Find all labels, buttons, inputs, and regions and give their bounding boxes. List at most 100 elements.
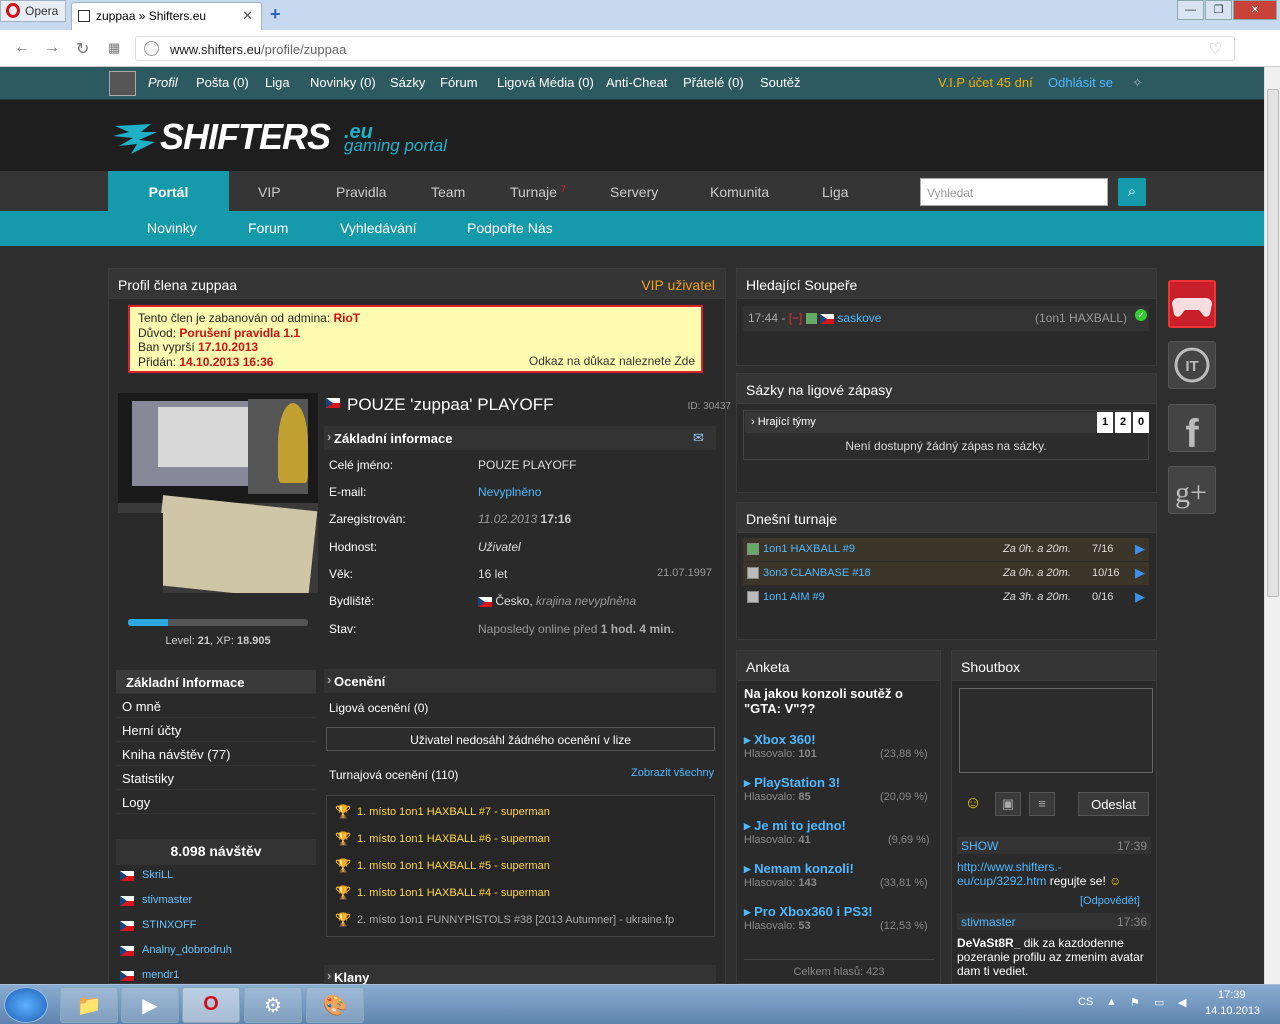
- image-icon[interactable]: ▣: [995, 792, 1021, 816]
- profile-menu-basic[interactable]: Základní Informace: [116, 670, 316, 694]
- profile-menu-stats[interactable]: Statistiky: [116, 766, 316, 790]
- nav-servery[interactable]: Servery: [610, 184, 658, 200]
- facebook-icon[interactable]: f: [1168, 404, 1216, 456]
- subnav-vyhledavani[interactable]: Vyhledávání: [340, 220, 417, 236]
- language-indicator[interactable]: CS: [1078, 996, 1093, 1008]
- visitor-item[interactable]: SkriLL: [120, 869, 320, 881]
- maximize-button[interactable]: ❐: [1205, 0, 1232, 20]
- topbar-novinky[interactable]: Novinky (0): [310, 75, 376, 90]
- mail-icon[interactable]: ✉: [693, 430, 704, 446]
- search-button[interactable]: ⌕: [1118, 178, 1146, 206]
- topbar-posta[interactable]: Pošta (0): [196, 75, 249, 90]
- subnav-novinky[interactable]: Novinky: [147, 220, 197, 236]
- award-item[interactable]: 🏆 2. místo 1on1 FUNNYPISTOLS #38 [2013 Au…: [335, 912, 674, 927]
- page-scrollbar[interactable]: [1264, 67, 1280, 984]
- section-clans[interactable]: Klany: [324, 965, 716, 985]
- tourney-row[interactable]: 1on1 AIM #9 Za 3h. a 20m. 0/16 ▶: [743, 586, 1149, 609]
- topbar-anticheat[interactable]: Anti-Cheat: [606, 75, 667, 90]
- accept-icon[interactable]: ✓: [1135, 309, 1147, 321]
- site-logo[interactable]: SHIFTERS: [160, 116, 331, 158]
- topbar-sazky[interactable]: Sázky: [390, 75, 425, 90]
- tourney-row[interactable]: 1on1 HAXBALL #9 Za 0h. a 20m. 7/16 ▶: [743, 538, 1149, 561]
- profile-menu-guestbook[interactable]: Kniha návštěv (77): [116, 742, 316, 766]
- close-window-button[interactable]: ✕: [1233, 0, 1277, 20]
- minimize-button[interactable]: —: [1177, 0, 1204, 20]
- profile-menu-accounts[interactable]: Herní účty: [116, 718, 316, 742]
- clock-time[interactable]: 17:39: [1218, 989, 1246, 1001]
- gaming-social-icon[interactable]: [1168, 280, 1216, 328]
- nav-komunita[interactable]: Komunita: [710, 184, 769, 200]
- volume-icon[interactable]: ◀: [1178, 996, 1186, 1009]
- google-plus-icon[interactable]: g+: [1168, 466, 1216, 514]
- topbar-forum[interactable]: Fórum: [440, 75, 478, 90]
- network-icon[interactable]: ▭: [1154, 996, 1164, 1009]
- subnav-forum[interactable]: Forum: [248, 220, 288, 236]
- shout-user[interactable]: SHOW: [961, 839, 998, 853]
- visitor-item[interactable]: Analny_dobrodruh: [120, 944, 320, 956]
- opera-taskbar-icon[interactable]: O: [182, 987, 240, 1023]
- tab-close-icon[interactable]: ✕: [242, 8, 253, 24]
- topbar-profil[interactable]: Profil: [148, 75, 178, 90]
- logout-link[interactable]: Odhlásit se: [1048, 75, 1113, 90]
- steam-icon[interactable]: ⚙: [244, 987, 302, 1023]
- award-item[interactable]: 🏆 1. místo 1on1 HAXBALL #7 - superman: [335, 804, 550, 819]
- play-arrow-icon[interactable]: ▶: [1135, 589, 1145, 605]
- opponent-row[interactable]: 17:44 - [−] saskove (1on1 HAXBALL) ✓: [743, 306, 1149, 331]
- pin-icon[interactable]: ✧: [1132, 75, 1143, 91]
- visitor-item[interactable]: STINXOFF: [120, 919, 320, 931]
- topbar-pratele[interactable]: Přátelé (0): [683, 75, 744, 90]
- poll-option[interactable]: ▸ PlayStation 3!: [744, 775, 936, 791]
- scroll-thumb[interactable]: [1267, 89, 1279, 597]
- profile-menu-logs[interactable]: Logy: [116, 790, 316, 814]
- ban-proof-link[interactable]: Odkaz na důkaz naleznete Zde: [529, 354, 695, 369]
- browser-tab[interactable]: zuppaa » Shifters.eu ✕: [71, 2, 262, 30]
- shout-user[interactable]: stivmaster: [961, 915, 1016, 929]
- award-item[interactable]: 🏆 1. místo 1on1 HAXBALL #5 - superman: [335, 858, 550, 873]
- speed-dial-icon[interactable]: ▦: [108, 40, 120, 56]
- site-info-icon[interactable]: [144, 41, 159, 56]
- topbar-soutez[interactable]: Soutěž: [760, 75, 800, 90]
- section-basic-info[interactable]: Základní informace: [324, 426, 716, 450]
- nav-turnaje[interactable]: Turnaje 7: [510, 184, 566, 200]
- tray-arrow-icon[interactable]: ▲: [1106, 996, 1117, 1008]
- visitor-item[interactable]: mendr1: [120, 969, 320, 981]
- shout-textarea[interactable]: [959, 688, 1153, 773]
- send-button[interactable]: Odeslat: [1078, 792, 1149, 816]
- section-awards[interactable]: Ocenění: [324, 669, 716, 693]
- url-field[interactable]: www.shifters.eu/profile/zuppaa ♡: [135, 36, 1235, 61]
- poll-option[interactable]: ▸ Nemam konzoli!: [744, 861, 936, 877]
- opponent-user[interactable]: saskove: [837, 311, 881, 325]
- back-icon[interactable]: ←: [14, 39, 30, 57]
- paint-icon[interactable]: 🎨: [306, 987, 364, 1023]
- info-value-email[interactable]: Nevyplněno: [478, 485, 541, 499]
- reply-link[interactable]: [Odpovědět]: [1080, 895, 1140, 907]
- user-avatar[interactable]: [109, 71, 136, 96]
- nav-team[interactable]: Team: [431, 184, 465, 200]
- award-item[interactable]: 🏆 1. místo 1on1 HAXBALL #6 - superman: [335, 831, 550, 846]
- tourney-row[interactable]: 3on3 CLANBASE #18 Za 0h. a 20m. 10/16 ▶: [743, 562, 1149, 585]
- show-all-awards-link[interactable]: Zobrazit všechny: [631, 767, 714, 779]
- vip-account-label[interactable]: V.I.P účet 45 dní: [938, 75, 1033, 90]
- play-arrow-icon[interactable]: ▶: [1135, 565, 1145, 581]
- nav-pravidla[interactable]: Pravidla: [336, 184, 387, 200]
- topbar-ligova-media[interactable]: Ligová Média (0): [497, 75, 594, 90]
- remove-icon[interactable]: [−]: [789, 311, 803, 325]
- start-button[interactable]: [4, 987, 48, 1023]
- flag-tray-icon[interactable]: ⚑: [1130, 996, 1140, 1009]
- smiley-icon[interactable]: ☺: [960, 792, 986, 816]
- nav-liga[interactable]: Liga: [822, 184, 848, 200]
- reload-icon[interactable]: ↻: [76, 39, 89, 59]
- subnav-podporte[interactable]: Podpořte Nás: [467, 220, 553, 236]
- visitor-item[interactable]: stivmaster: [120, 894, 320, 906]
- new-tab-button[interactable]: +: [270, 4, 281, 25]
- play-arrow-icon[interactable]: ▶: [1135, 541, 1145, 557]
- poll-option[interactable]: ▸ Xbox 360!: [744, 732, 936, 748]
- nav-vip[interactable]: VIP: [258, 184, 281, 200]
- media-player-icon[interactable]: ▶: [121, 987, 179, 1023]
- bookmark-heart-icon[interactable]: ♡: [1209, 40, 1222, 58]
- clock-date[interactable]: 14.10.2013: [1205, 1005, 1260, 1017]
- nav-portal[interactable]: Portál: [108, 171, 229, 211]
- award-item[interactable]: 🏆 1. místo 1on1 HAXBALL #4 - superman: [335, 885, 550, 900]
- search-input[interactable]: Vyhledat: [920, 178, 1108, 206]
- ban-admin[interactable]: RioT: [333, 311, 360, 325]
